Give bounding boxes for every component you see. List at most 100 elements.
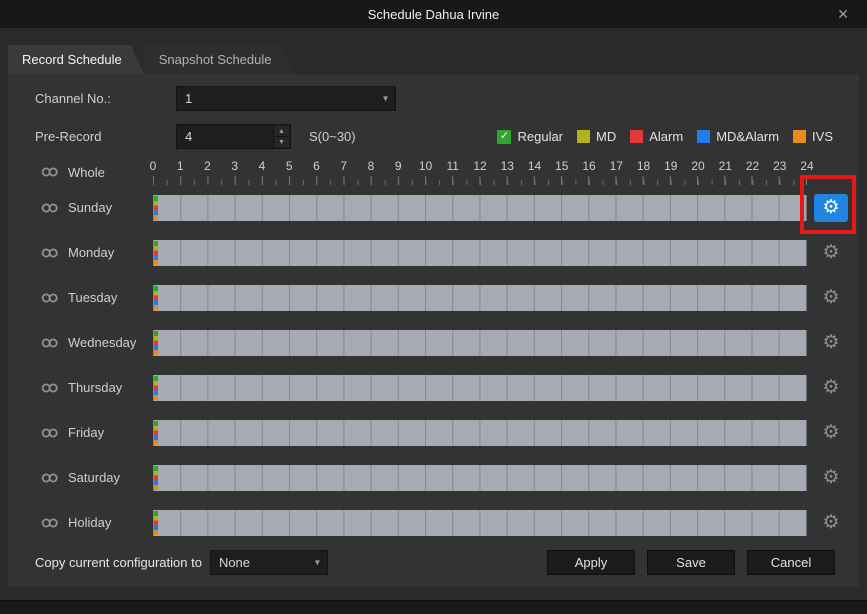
dialog-titlebar: Schedule Dahua Irvine ✕: [0, 0, 867, 28]
gear-button[interactable]: ⚙: [814, 329, 848, 357]
pre-record-value: 4: [185, 129, 192, 144]
day-left: Holiday: [35, 515, 153, 530]
gear-icon: ⚙: [822, 513, 839, 532]
hour-label: 20: [691, 159, 704, 173]
hour-label: 14: [528, 159, 541, 173]
spinner-up-icon[interactable]: ▲: [274, 126, 289, 137]
tab-record-schedule[interactable]: Record Schedule: [8, 45, 144, 74]
day-label: Tuesday: [68, 290, 117, 305]
timeline-bar[interactable]: [153, 375, 807, 401]
schedule-day-row-saturday: Saturday ⚙: [35, 455, 855, 500]
gear-icon: ⚙: [822, 243, 839, 262]
link-icon[interactable]: [41, 202, 59, 214]
gear-icon: ⚙: [822, 468, 839, 487]
schedule-day-row-holiday: Holiday ⚙: [35, 500, 855, 545]
hour-ruler: 0123456789101112131415161718192021222324: [153, 159, 807, 185]
day-label: Saturday: [68, 470, 120, 485]
apply-button[interactable]: Apply: [547, 550, 635, 575]
schedule-day-row-sunday: Sunday ⚙: [35, 185, 855, 230]
copy-config-select[interactable]: None ▾: [210, 550, 328, 575]
link-icon[interactable]: [41, 166, 59, 178]
timeline-bar[interactable]: [153, 240, 807, 266]
chevron-down-icon: ▾: [315, 557, 320, 568]
day-label: Sunday: [68, 200, 112, 215]
gear-button[interactable]: ⚙: [814, 509, 848, 537]
timeline-bar[interactable]: [153, 510, 807, 536]
checkbox-checked-icon[interactable]: ✓: [497, 130, 511, 144]
gear-button[interactable]: ⚙: [814, 194, 848, 222]
hour-label: 16: [582, 159, 595, 173]
save-button[interactable]: Save: [647, 550, 735, 575]
link-icon[interactable]: [41, 292, 59, 304]
hour-label: 8: [368, 159, 375, 173]
gear-icon: ⚙: [822, 288, 839, 307]
tab-snapshot-schedule[interactable]: Snapshot Schedule: [145, 45, 294, 74]
hour-label: 10: [419, 159, 432, 173]
link-icon[interactable]: [41, 382, 59, 394]
channel-select[interactable]: 1 ▾: [176, 86, 396, 111]
timeline-bar[interactable]: [153, 420, 807, 446]
hour-label: 9: [395, 159, 402, 173]
schedule-grid: Whole 0123456789101112131415161718192021…: [8, 159, 859, 545]
timeline-cell: [153, 420, 807, 446]
timeline-bar[interactable]: [153, 195, 807, 221]
hour-label: 19: [664, 159, 677, 173]
cancel-button[interactable]: Cancel: [747, 550, 835, 575]
hour-label: 0: [150, 159, 157, 173]
link-icon[interactable]: [41, 247, 59, 259]
timeline-cell: [153, 240, 807, 266]
gear-cell: ⚙: [807, 230, 855, 275]
gear-button[interactable]: ⚙: [814, 464, 848, 492]
legend-label: MD&Alarm: [716, 129, 779, 144]
hour-label: 18: [637, 159, 650, 173]
hour-label: 15: [555, 159, 568, 173]
timeline-cell: [153, 465, 807, 491]
gear-cell: ⚙: [807, 275, 855, 320]
timeline-bar[interactable]: [153, 285, 807, 311]
channel-value: 1: [185, 91, 192, 106]
gear-button[interactable]: ⚙: [814, 419, 848, 447]
legend-item: ✓ Regular: [497, 129, 563, 144]
chevron-down-icon: ▾: [383, 93, 388, 104]
gear-icon: ⚙: [822, 333, 839, 352]
timeline-bar[interactable]: [153, 330, 807, 356]
hour-label: 12: [473, 159, 486, 173]
link-icon[interactable]: [41, 427, 59, 439]
day-label: Wednesday: [68, 335, 136, 350]
gear-button[interactable]: ⚙: [814, 374, 848, 402]
hour-label: 2: [204, 159, 211, 173]
color-swatch-icon: [577, 130, 590, 143]
hour-label: 24: [800, 159, 813, 173]
color-swatch-icon: [793, 130, 806, 143]
day-label: Monday: [68, 245, 114, 260]
pre-record-input[interactable]: 4 ▲ ▼: [176, 124, 291, 149]
copy-config-value: None: [219, 555, 250, 570]
channel-label: Channel No.:: [35, 91, 176, 106]
hour-label: 5: [286, 159, 293, 173]
hour-label: 13: [501, 159, 514, 173]
link-icon[interactable]: [41, 517, 59, 529]
day-left: Saturday: [35, 470, 153, 485]
link-icon[interactable]: [41, 337, 59, 349]
timeline-cell: [153, 510, 807, 536]
day-left: Thursday: [35, 380, 153, 395]
channel-row: Channel No.: 1 ▾: [8, 86, 859, 111]
color-swatch-icon: [630, 130, 643, 143]
link-icon[interactable]: [41, 472, 59, 484]
whole-label: Whole: [68, 165, 105, 180]
hour-label: 7: [340, 159, 347, 173]
timeline-cell: [153, 195, 807, 221]
close-icon[interactable]: ✕: [831, 0, 855, 28]
app-background: Schedule Dahua Irvine ✕ Record Schedule …: [0, 0, 867, 614]
tab-label: Record Schedule: [22, 52, 122, 67]
gear-button[interactable]: ⚙: [814, 284, 848, 312]
spinner-down-icon[interactable]: ▼: [274, 137, 289, 147]
color-swatch-icon: [697, 130, 710, 143]
gear-cell: ⚙: [807, 410, 855, 455]
day-label: Thursday: [68, 380, 122, 395]
timeline-bar[interactable]: [153, 465, 807, 491]
day-left: Friday: [35, 425, 153, 440]
tab-label: Snapshot Schedule: [159, 52, 272, 67]
gear-button[interactable]: ⚙: [814, 239, 848, 267]
gear-icon: ⚙: [822, 198, 839, 217]
